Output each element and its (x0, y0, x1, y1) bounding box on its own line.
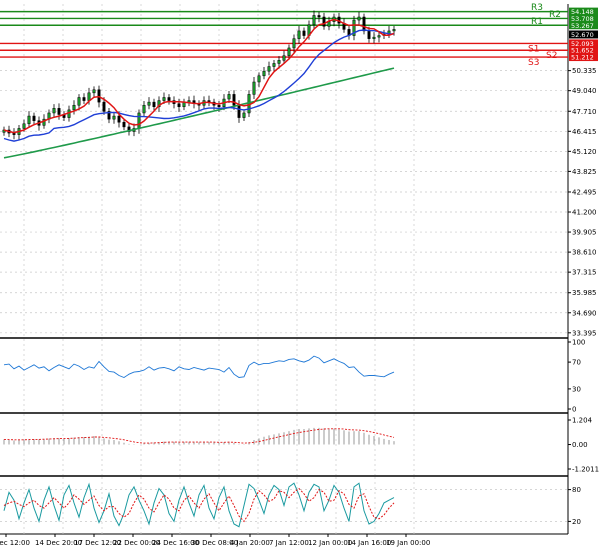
time-tick-label: 7 Jan 12:00 (269, 539, 309, 547)
candle-body (282, 55, 286, 61)
price-tag-text: 52.670 (571, 31, 594, 39)
time-tick-label: 19 Jan 00:00 (386, 539, 430, 547)
candle-body (77, 97, 81, 106)
time-tick-label: 4 Jan 20:00 (230, 539, 270, 547)
candle-body (72, 104, 76, 111)
ind1-tick-label: 70 (572, 359, 581, 367)
ind1-tick-label: 30 (572, 385, 581, 393)
candle-body (82, 97, 86, 101)
candle-body (232, 94, 236, 106)
candle-body (262, 70, 266, 77)
candle-body (227, 94, 231, 100)
price-tick-label: 34.690 (572, 309, 597, 317)
price-tick-label: 46.415 (572, 128, 597, 136)
candle-body (277, 60, 281, 64)
candle-body (272, 63, 276, 67)
price-axis: 50.335 49.040 47.710 46.415 45.120 43.825 42.4… (568, 67, 597, 337)
ind2-tick-label: -1.2011 (572, 466, 599, 474)
level-label-s1: S1 (528, 44, 539, 54)
price-tick-label: 47.710 (572, 108, 597, 116)
candle-body (22, 123, 26, 129)
candle-body (322, 16, 326, 27)
candle-body (357, 16, 361, 21)
candle-body (252, 81, 256, 95)
candle-body (327, 21, 331, 27)
price-tick-label: 43.825 (572, 168, 597, 176)
time-axis: Dec 12:0014 Dec 20:0017 Dec 12:0022 Dec … (0, 534, 430, 547)
level-label-r1: R1 (531, 17, 543, 27)
candle-body (237, 104, 241, 118)
candle-body (177, 103, 181, 108)
candle-body (217, 104, 221, 108)
price-tag-text: 53.267 (571, 22, 594, 30)
price-tick-label: 50.335 (572, 67, 597, 75)
ind1-tick-label: 100 (572, 339, 585, 347)
candle-body (112, 115, 116, 120)
candle-body (32, 115, 36, 121)
ind2-tick-label: 1.204 (572, 417, 593, 425)
candle-body (102, 101, 106, 112)
price-tick-label: 39.905 (572, 229, 597, 237)
price-tag-text: 51.212 (571, 54, 594, 62)
candle-body (92, 89, 96, 94)
price-tick-label: 38.610 (572, 249, 597, 257)
candle-body (367, 30, 371, 39)
candle-body (162, 97, 166, 101)
candle-body (362, 16, 366, 32)
candle-body (142, 104, 146, 114)
candle-body (312, 15, 316, 25)
candle-body (392, 29, 396, 32)
candle-body (152, 101, 156, 108)
candle-body (87, 92, 91, 101)
chart-panels (0, 4, 569, 535)
candle-body (302, 30, 306, 36)
time-tick-label: Dec 12:00 (0, 539, 30, 547)
price-tick-label: 42.495 (572, 188, 597, 196)
candle-body (57, 108, 61, 115)
level-label-s3: S3 (528, 58, 539, 68)
candle-body (147, 101, 151, 106)
candle-body (52, 108, 56, 114)
candle-body (242, 112, 246, 118)
price-tick-label: 49.040 (572, 87, 597, 95)
candle-body (257, 75, 261, 83)
price-tick-label: 41.200 (572, 209, 597, 217)
candle-body (292, 38, 296, 49)
candle-body (117, 115, 121, 123)
candle-body (372, 36, 376, 39)
candle-body (287, 47, 291, 56)
price-tick-label: 45.120 (572, 148, 597, 156)
time-tick-label: 12 Jan 00:00 (308, 539, 352, 547)
candle-body (267, 66, 271, 72)
price-tick-label: 37.315 (572, 269, 597, 277)
price-tag-labels: 54.14853.70853.26752.67052.09351.65251.2… (569, 7, 598, 62)
level-label-s2: S2 (546, 51, 557, 61)
candle-body (377, 35, 381, 38)
price-tick-label: 33.395 (572, 329, 597, 337)
indicator-1-frame (0, 339, 568, 412)
candle-body (297, 30, 301, 39)
candle-body (317, 15, 321, 18)
ind3-tick-label: 20 (572, 518, 581, 526)
price-tick-label: 35.985 (572, 289, 597, 297)
candle-body (167, 97, 171, 101)
ind2-tick-label: 0.00 (572, 441, 588, 449)
level-label-r2: R2 (549, 10, 561, 20)
time-tick-label: 14 Jan 16:00 (347, 539, 391, 547)
candle-body (122, 121, 126, 128)
ind1-tick-label: 0 (572, 406, 576, 414)
level-label-r3: R3 (531, 3, 543, 13)
ind3-tick-label: 80 (572, 486, 581, 494)
candle-body (137, 112, 141, 129)
trading-chart: R3 R2 R1 S1 S2 S3 100 70 30 0 1.204 0.00 -1.2011 8… (0, 3, 599, 547)
candle-body (27, 115, 31, 125)
